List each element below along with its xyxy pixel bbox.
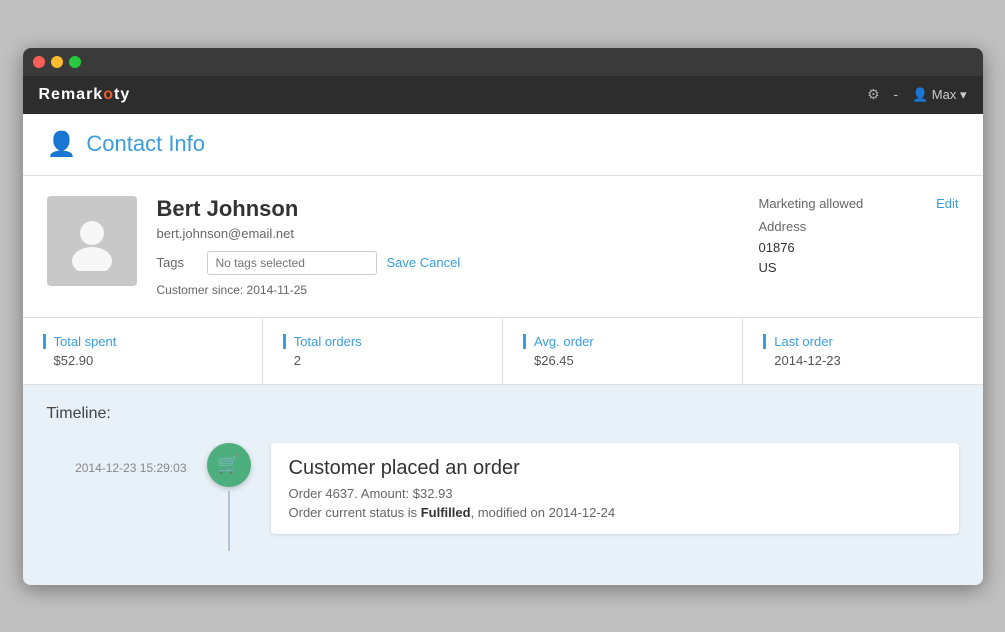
user-label: Max (932, 87, 957, 102)
marketing-row: Marketing allowed Edit (759, 196, 959, 211)
tags-label: Tags (157, 255, 197, 270)
contact-card: Bert Johnson bert.johnson@email.net Tags… (23, 176, 983, 318)
stat-total-orders-title: Total orders (283, 334, 482, 349)
topbar: Remarkoty ⚙ - 👤 Max ▾ (23, 76, 983, 114)
status-post: , modified on 2014-12-24 (471, 505, 616, 520)
timeline-section: Timeline: 2014-12-23 15:29:03 🛒 Customer… (23, 385, 983, 585)
contact-details-left: Bert Johnson bert.johnson@email.net Tags… (157, 196, 739, 297)
contact-email: bert.johnson@email.net (157, 226, 739, 241)
settings-icon[interactable]: ⚙ (867, 86, 880, 103)
maximize-button[interactable] (69, 56, 81, 68)
close-button[interactable] (33, 56, 45, 68)
avatar (47, 196, 137, 286)
stat-last-order-title: Last order (763, 334, 962, 349)
titlebar (23, 48, 983, 76)
timeline-line: 🛒 (207, 443, 251, 551)
contact-details-right: Marketing allowed Edit Address 01876 US (759, 196, 959, 280)
content-area: 👤 Contact Info Bert Johnson bert.johnson… (23, 114, 983, 585)
customer-since: Customer since: 2014-11-25 (157, 283, 739, 297)
edit-link[interactable]: Edit (936, 196, 958, 211)
contact-icon: 👤 (47, 130, 77, 159)
page-header: 👤 Contact Info (23, 114, 983, 176)
stat-avg-order: Avg. order $26.45 (503, 318, 743, 384)
stat-last-order-value: 2014-12-23 (763, 353, 962, 368)
stats-row: Total spent $52.90 Total orders 2 Avg. o… (23, 318, 983, 385)
stat-last-order: Last order 2014-12-23 (743, 318, 982, 384)
address-zip: 01876 (759, 238, 959, 259)
minimize-button[interactable] (51, 56, 63, 68)
stat-total-orders: Total orders 2 (263, 318, 503, 384)
page-title: Contact Info (86, 131, 205, 157)
timeline-connector (228, 491, 230, 551)
user-dropdown-icon: ▾ (960, 87, 967, 102)
stat-total-spent: Total spent $52.90 (23, 318, 263, 384)
stat-avg-order-value: $26.45 (523, 353, 722, 368)
timeline-label: Timeline: (47, 405, 959, 423)
address-value: 01876 US (759, 238, 959, 280)
timeline-event-status: Order current status is Fulfilled, modif… (289, 505, 941, 520)
tags-input[interactable] (207, 251, 377, 275)
user-icon: 👤 (912, 87, 928, 102)
topbar-right: ⚙ - 👤 Max ▾ (867, 86, 966, 103)
tags-row: Tags Save Cancel (157, 251, 739, 275)
logo: Remarkoty (39, 86, 131, 104)
timeline-event-sub: Order 4637. Amount: $32.93 (289, 486, 941, 501)
stat-total-orders-value: 2 (283, 353, 482, 368)
timeline-event-title: Customer placed an order (289, 457, 941, 480)
status-pre: Order current status is (289, 505, 421, 520)
timeline-event-card: Customer placed an order Order 4637. Amo… (271, 443, 959, 534)
timeline-body: 2014-12-23 15:29:03 🛒 Customer placed an… (47, 443, 959, 551)
marketing-label: Marketing allowed (759, 196, 864, 211)
stat-total-spent-value: $52.90 (43, 353, 242, 368)
avatar-image (62, 211, 122, 271)
status-fulfilled: Fulfilled (421, 505, 471, 520)
timeline-cart-icon: 🛒 (207, 443, 251, 487)
timeline-event-date: 2014-12-23 15:29:03 (47, 443, 207, 475)
stat-total-spent-title: Total spent (43, 334, 242, 349)
topbar-dash: - (894, 87, 898, 102)
contact-name: Bert Johnson (157, 196, 739, 222)
stat-avg-order-title: Avg. order (523, 334, 722, 349)
address-label: Address (759, 219, 959, 234)
main-window: Remarkoty ⚙ - 👤 Max ▾ 👤 Contact Info (23, 48, 983, 585)
address-country: US (759, 258, 959, 279)
user-menu[interactable]: 👤 Max ▾ (912, 87, 967, 103)
save-cancel-button[interactable]: Save Cancel (387, 255, 461, 270)
